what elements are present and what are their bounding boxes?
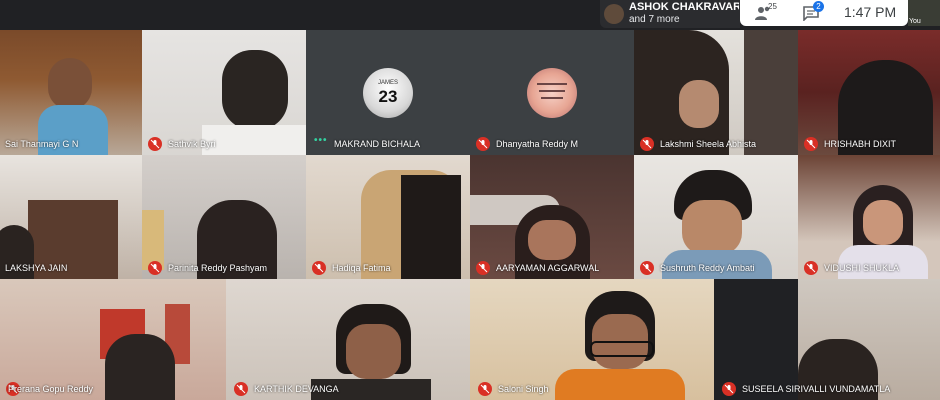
participant-tile[interactable]: Prerana Gopu Reddy xyxy=(0,279,226,400)
participant-tile[interactable]: SUSEELA SIRIVALLI VUNDAMATLA xyxy=(714,279,940,400)
mic-off-icon xyxy=(234,382,248,396)
participant-name: Sai Thanmayi G N xyxy=(5,139,79,149)
participant-name: SUSEELA SIRIVALLI VUNDAMATLA xyxy=(742,384,891,394)
participant-tile[interactable]: Lakshmi Sheela Abhista xyxy=(634,30,798,155)
participant-tile[interactable]: AARYAMAN AGGARWAL xyxy=(470,155,634,279)
mic-off-icon xyxy=(476,261,490,275)
jersey-number: 23 xyxy=(378,87,398,106)
participant-name: Sushruth Reddy Ambati xyxy=(660,263,755,273)
participant-avatar: JAMES 23 xyxy=(363,68,413,118)
mic-off-icon xyxy=(148,261,162,275)
participant-name: Sathvik Byri xyxy=(168,139,216,149)
participant-name: VIDUSHI SHUKLA xyxy=(824,263,900,273)
participant-tile[interactable]: Hadiqa Fatima xyxy=(306,155,470,279)
participant-name: KARTHIK DEVANGA xyxy=(254,384,339,394)
participant-tile[interactable]: HRISHABH DIXIT xyxy=(798,30,940,155)
mic-off-icon xyxy=(640,137,654,151)
participant-name: AARYAMAN AGGARWAL xyxy=(496,263,600,273)
participant-tile[interactable]: Saloni Singh xyxy=(470,279,714,400)
participant-name: LAKSHYA JAIN xyxy=(5,263,68,273)
self-view-label: You xyxy=(909,18,921,25)
meeting-tray: 25 2 1:47 PM xyxy=(740,0,908,26)
participant-tile[interactable]: JAMES 23 ••• MAKRAND BICHALA xyxy=(306,30,470,155)
participant-name: Hadiqa Fatima xyxy=(332,263,391,273)
chat-badge: 2 xyxy=(813,1,824,12)
presenter-more: and 7 more xyxy=(629,14,680,25)
mic-off-icon xyxy=(148,137,162,151)
participant-name: MAKRAND BICHALA xyxy=(334,139,421,149)
clock: 1:47 PM xyxy=(844,4,897,20)
participant-name: Saloni Singh xyxy=(498,384,549,394)
participant-tile[interactable]: Sai Thanmayi G N xyxy=(0,30,142,155)
mic-off-icon xyxy=(804,261,818,275)
audio-dots-icon: ••• xyxy=(314,135,328,146)
presenter-name: ASHOK CHAKRAVAR... xyxy=(629,1,739,13)
participant-name: Prerana Gopu Reddy xyxy=(8,384,94,394)
participant-name: Parinita Reddy Pashyam xyxy=(168,263,268,273)
participant-tile[interactable]: Sathvik Byri xyxy=(142,30,306,155)
participant-avatar xyxy=(527,68,577,118)
mic-off-icon xyxy=(804,137,818,151)
presenter-chip[interactable]: ASHOK CHAKRAVAR... and 7 more xyxy=(600,0,740,28)
self-view-tile[interactable]: You xyxy=(908,0,940,26)
mic-off-icon xyxy=(640,261,654,275)
participant-tile[interactable]: Dhanyatha Reddy M xyxy=(470,30,634,155)
participant-tile[interactable]: VIDUSHI SHUKLA xyxy=(798,155,940,279)
participant-tile[interactable]: LAKSHYA JAIN xyxy=(0,155,142,279)
participant-name: Lakshmi Sheela Abhista xyxy=(660,139,757,149)
mic-off-icon xyxy=(478,382,492,396)
mic-off-icon xyxy=(722,382,736,396)
participant-tile[interactable]: Parinita Reddy Pashyam xyxy=(142,155,306,279)
participant-tile[interactable]: Sushruth Reddy Ambati xyxy=(634,155,798,279)
participant-tile[interactable]: KARTHIK DEVANGA xyxy=(226,279,470,400)
presenter-avatar xyxy=(604,4,624,24)
participant-name: Dhanyatha Reddy M xyxy=(496,139,579,149)
mic-off-icon xyxy=(312,261,326,275)
jersey-name: JAMES xyxy=(377,80,398,86)
mic-off-icon xyxy=(476,137,490,151)
participant-name: HRISHABH DIXIT xyxy=(824,139,897,149)
people-count: 25 xyxy=(768,2,777,11)
